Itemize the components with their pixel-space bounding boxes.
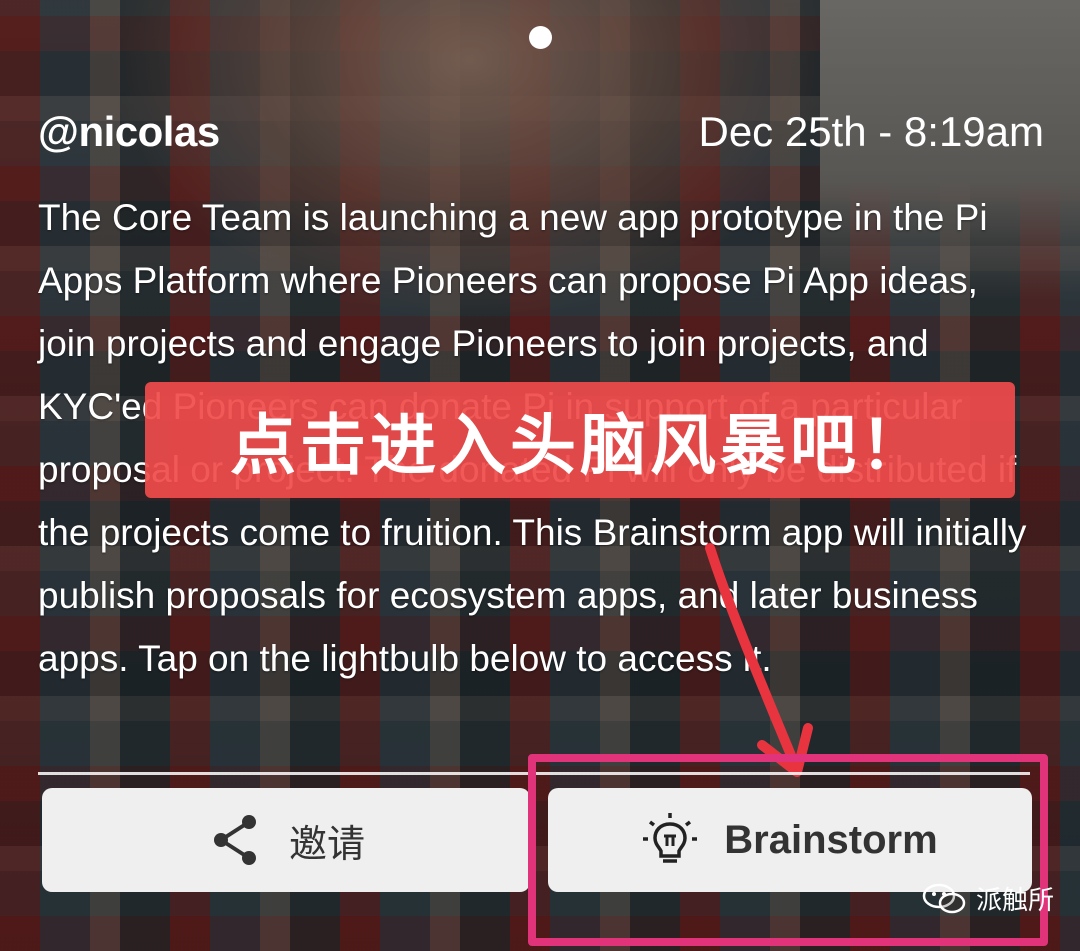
post-timestamp: Dec 25th - 8:19am (698, 108, 1044, 155)
page-indicator-dot (529, 26, 552, 49)
watermark: 派触所 (922, 880, 1054, 917)
annotation-highlight-box (528, 754, 1048, 946)
wechat-icon (922, 883, 966, 913)
annotation-arrow (705, 543, 813, 777)
annotation-banner: 点击进入头脑风暴吧！ (145, 382, 1015, 498)
invite-button-label: 邀请 (288, 821, 365, 866)
watermark-text: 派触所 (976, 886, 1055, 916)
invite-button[interactable]: 邀请 (42, 788, 530, 892)
share-icon (213, 815, 256, 865)
post-username[interactable]: @nicolas (38, 108, 220, 156)
